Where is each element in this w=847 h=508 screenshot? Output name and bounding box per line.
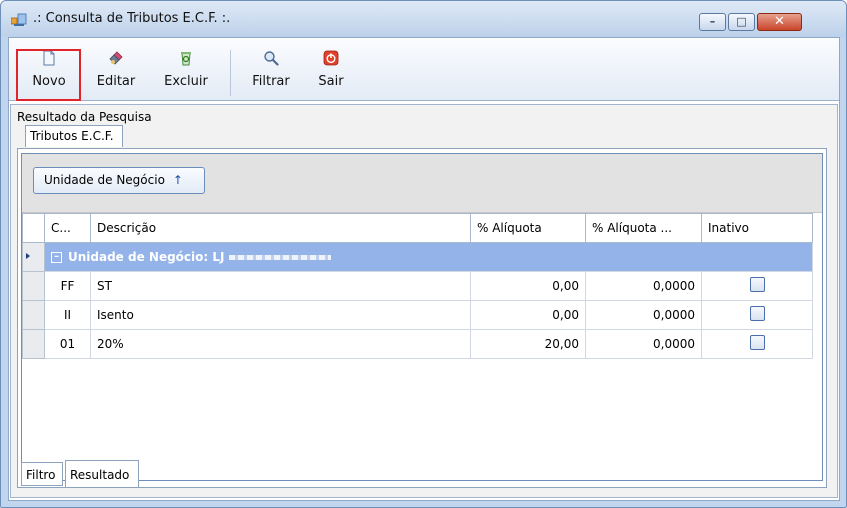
results-panel: Resultado da Pesquisa Tributos E.C.F. Un… [10,104,838,498]
inativo-checkbox[interactable] [749,335,765,350]
group-row-label: Unidade de Negócio: LJ [68,250,225,264]
close-icon: ✕ [774,14,785,29]
table-row[interactable]: II Isento 0,00 0,0000 [22,300,813,330]
excluir-label: Excluir [164,74,208,89]
grid-group-panel: Unidade de Negócio ↑ [22,154,822,213]
delete-recycle-icon [181,52,191,66]
app-window-icon [11,13,27,26]
current-row-arrow-icon [26,253,30,259]
row-code: FF [44,271,91,301]
row-inativo-cell [701,300,813,330]
row-aliquota-2: 0,0000 [585,271,702,301]
inativo-checkbox[interactable] [749,277,765,292]
grid-table: C... Descrição % Alíquota % Alíquota ...… [22,213,813,359]
magnifier-icon [264,51,279,66]
row-selector[interactable] [22,329,45,359]
window-title: .: Consulta de Tributos E.C.F. :. [33,11,231,26]
form-frame: Novo Editar Excluir Filtrar Sair Resulta… [8,37,840,501]
row-code: 01 [44,329,91,359]
row-selector-current[interactable] [22,242,45,272]
toolbar-separator [230,50,231,96]
column-header-aliquota-2[interactable]: % Alíquota ... [585,213,702,243]
table-row[interactable]: FF ST 0,00 0,0000 [22,271,813,301]
inativo-checkbox[interactable] [749,306,765,321]
edit-brush-icon [109,51,123,65]
row-descricao: Isento [90,300,471,330]
row-descricao: 20% [90,329,471,359]
minimize-icon: – [709,15,716,28]
column-header-codigo[interactable]: C... [44,213,91,243]
tab-filtro[interactable]: Filtro [21,462,63,486]
tributos-grid: Unidade de Negócio ↑ C... Descrição % Al… [21,153,823,481]
group-chip-label: Unidade de Negócio [44,173,165,187]
row-aliquota: 20,00 [470,329,586,359]
row-selector[interactable] [22,271,45,301]
filtrar-button[interactable]: Filtrar [248,50,294,98]
row-descricao: ST [90,271,471,301]
collapse-group-icon[interactable]: – [51,252,62,263]
grid-header-row: C... Descrição % Alíquota % Alíquota ...… [22,213,813,243]
novo-highlight-box [16,49,81,101]
group-by-unidade-chip[interactable]: Unidade de Negócio ↑ [33,167,205,194]
header-row-selector [22,213,45,243]
filtrar-label: Filtrar [252,74,290,89]
toolbar: Novo Editar Excluir Filtrar Sair [9,38,839,101]
row-aliquota: 0,00 [470,300,586,330]
sair-button[interactable]: Sair [314,50,348,98]
row-inativo-cell [701,329,813,359]
maximize-icon: □ [736,15,747,28]
maximize-button[interactable]: □ [728,13,755,31]
editar-label: Editar [96,74,136,89]
results-group-label: Resultado da Pesquisa [17,110,152,124]
group-row[interactable]: – Unidade de Negócio: LJ [22,242,813,272]
column-header-descricao[interactable]: Descrição [90,213,471,243]
redacted-text [228,255,331,260]
column-header-inativo[interactable]: Inativo [701,213,813,243]
tab-tributos-ecf[interactable]: Tributos E.C.F. [25,125,123,147]
sort-ascending-icon: ↑ [172,173,183,187]
power-exit-icon [323,50,339,66]
tributos-tab-panel: Unidade de Negócio ↑ C... Descrição % Al… [17,148,827,488]
minimize-button[interactable]: – [699,13,726,31]
excluir-button[interactable]: Excluir [161,50,211,98]
row-aliquota: 0,00 [470,271,586,301]
row-inativo-cell [701,271,813,301]
column-header-aliquota[interactable]: % Alíquota [470,213,586,243]
row-aliquota-2: 0,0000 [585,329,702,359]
row-code: II [44,300,91,330]
sair-label: Sair [318,74,344,89]
title-bar[interactable]: .: Consulta de Tributos E.C.F. :. – □ ✕ [1,1,846,37]
editar-button[interactable]: Editar [91,50,141,98]
app-window: .: Consulta de Tributos E.C.F. :. – □ ✕ … [0,0,847,508]
row-aliquota-2: 0,0000 [585,300,702,330]
tab-resultado[interactable]: Resultado [65,460,139,488]
table-row[interactable]: 01 20% 20,00 0,0000 [22,329,813,359]
close-button[interactable]: ✕ [757,13,802,31]
group-row-cell: – Unidade de Negócio: LJ [44,242,813,272]
row-selector[interactable] [22,300,45,330]
